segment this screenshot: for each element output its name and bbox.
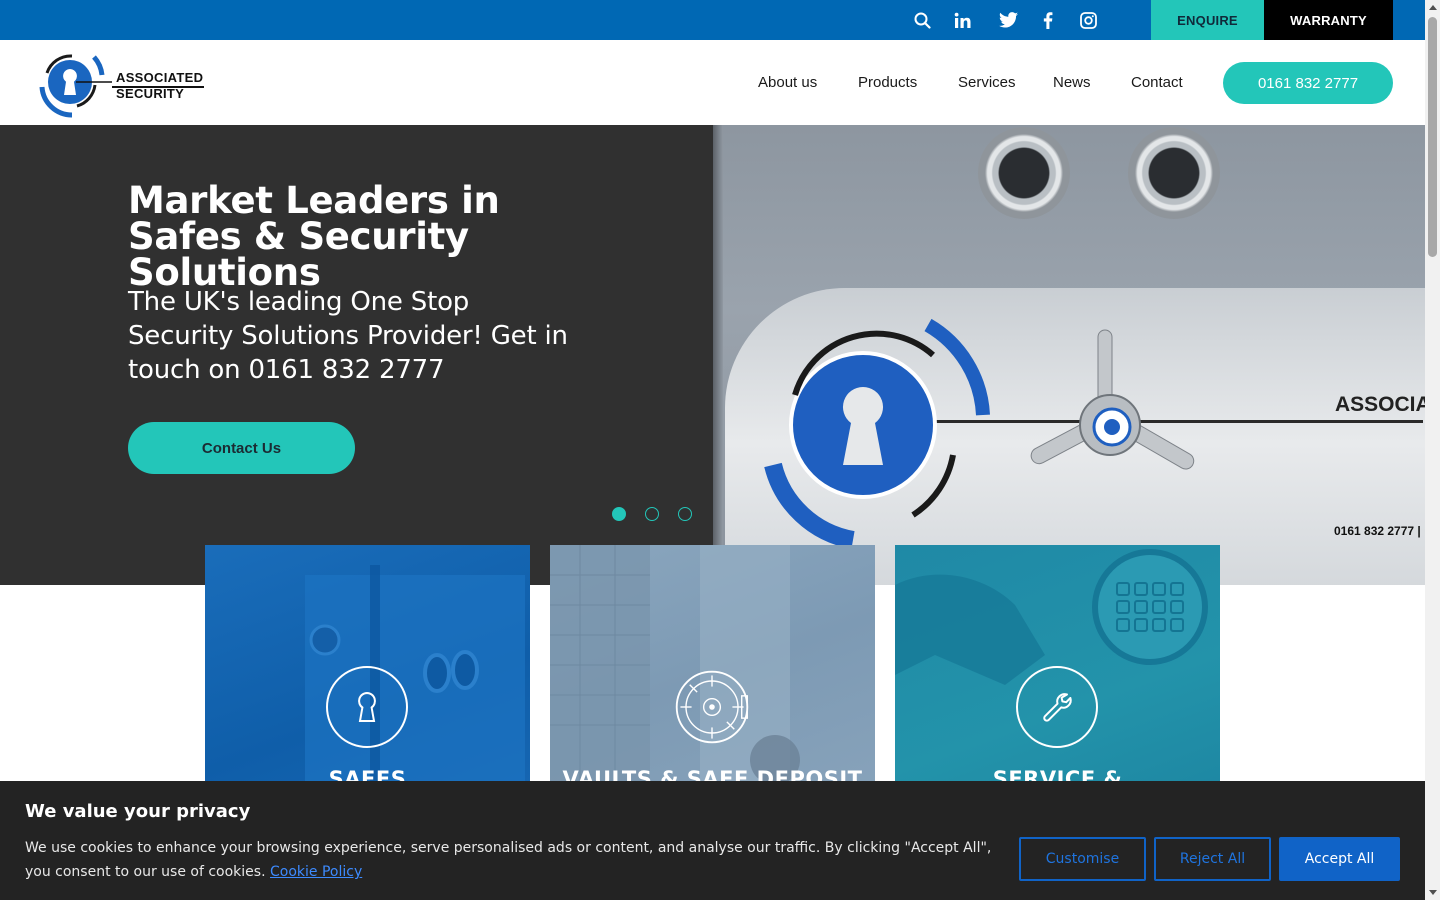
hero-slider: Market Leaders in Safes & Security Solut… bbox=[0, 125, 1425, 585]
twitter-icon[interactable] bbox=[988, 0, 1028, 40]
plate-phone-text: 0161 832 2777 | bbox=[1334, 524, 1421, 538]
safe-knob-right bbox=[1128, 127, 1220, 219]
plate-brand-text: ASSOCIA bbox=[1335, 393, 1425, 416]
cookie-policy-link[interactable]: Cookie Policy bbox=[270, 864, 362, 880]
nav-item-contact[interactable]: Contact bbox=[1131, 40, 1183, 125]
contact-us-button[interactable]: Contact Us bbox=[128, 422, 355, 474]
customise-button[interactable]: Customise bbox=[1019, 837, 1146, 881]
search-icon[interactable] bbox=[902, 0, 942, 40]
safe-door-edge bbox=[713, 125, 723, 585]
card-vaults[interactable]: VAULTS & SAFE DEPOSIT bbox=[550, 545, 875, 805]
hero-subtitle: The UK's leading One Stop Security Solut… bbox=[128, 287, 568, 385]
linkedin-icon[interactable] bbox=[942, 0, 982, 40]
scrollbar-thumb[interactable] bbox=[1428, 17, 1437, 257]
phone-button[interactable]: 0161 832 2777 bbox=[1223, 62, 1393, 104]
wrench-icon bbox=[1016, 666, 1098, 748]
scroll-up-arrow-icon[interactable] bbox=[1425, 0, 1440, 15]
cookie-banner: We value your privacy We use cookies to … bbox=[0, 781, 1425, 900]
hero-safe-image: ASSOCIA 0161 832 2777 | bbox=[713, 125, 1425, 585]
nav-item-products[interactable]: Products bbox=[858, 40, 917, 125]
page-scrollbar[interactable] bbox=[1425, 0, 1440, 900]
card-service[interactable]: SERVICE & bbox=[895, 545, 1220, 805]
logo-mark-icon bbox=[39, 54, 112, 118]
cookie-title: We value your privacy bbox=[25, 801, 251, 822]
warranty-button[interactable]: WARRANTY bbox=[1264, 0, 1393, 40]
scroll-down-arrow-icon[interactable] bbox=[1425, 885, 1440, 900]
facebook-icon[interactable] bbox=[1028, 0, 1068, 40]
logo-text-line2: SECURITY bbox=[116, 86, 185, 101]
site-logo[interactable]: ASSOCIATED SECURITY bbox=[32, 45, 212, 120]
keyhole-icon bbox=[326, 666, 408, 748]
reject-all-button[interactable]: Reject All bbox=[1154, 837, 1271, 881]
cookie-text: We use cookies to enhance your browsing … bbox=[25, 836, 1010, 884]
site-header: ASSOCIATED SECURITY About us Products Se… bbox=[0, 40, 1425, 125]
slider-dot-3[interactable] bbox=[678, 507, 692, 521]
cookie-body-text: We use cookies to enhance your browsing … bbox=[25, 840, 992, 880]
accept-all-button[interactable]: Accept All bbox=[1279, 837, 1400, 881]
nav-item-news[interactable]: News bbox=[1053, 40, 1091, 125]
instagram-icon[interactable] bbox=[1068, 0, 1108, 40]
logo-text-line1: ASSOCIATED bbox=[116, 70, 204, 85]
hero-title: Market Leaders in Safes & Security Solut… bbox=[128, 179, 500, 294]
enquire-button[interactable]: ENQUIRE bbox=[1151, 0, 1264, 40]
safe-knob-left bbox=[978, 127, 1070, 219]
card-safes[interactable]: SAFES bbox=[205, 545, 530, 805]
safe-keyhole-logo-icon bbox=[764, 318, 990, 549]
safe-handle-icon bbox=[1030, 329, 1195, 470]
nav-item-about[interactable]: About us bbox=[758, 40, 817, 125]
nav-item-services[interactable]: Services bbox=[958, 40, 1016, 125]
slider-dot-1[interactable] bbox=[612, 507, 626, 521]
top-bar: ENQUIRE WARRANTY bbox=[0, 0, 1425, 40]
slider-dot-2[interactable] bbox=[645, 507, 659, 521]
vault-door-icon bbox=[671, 666, 753, 748]
